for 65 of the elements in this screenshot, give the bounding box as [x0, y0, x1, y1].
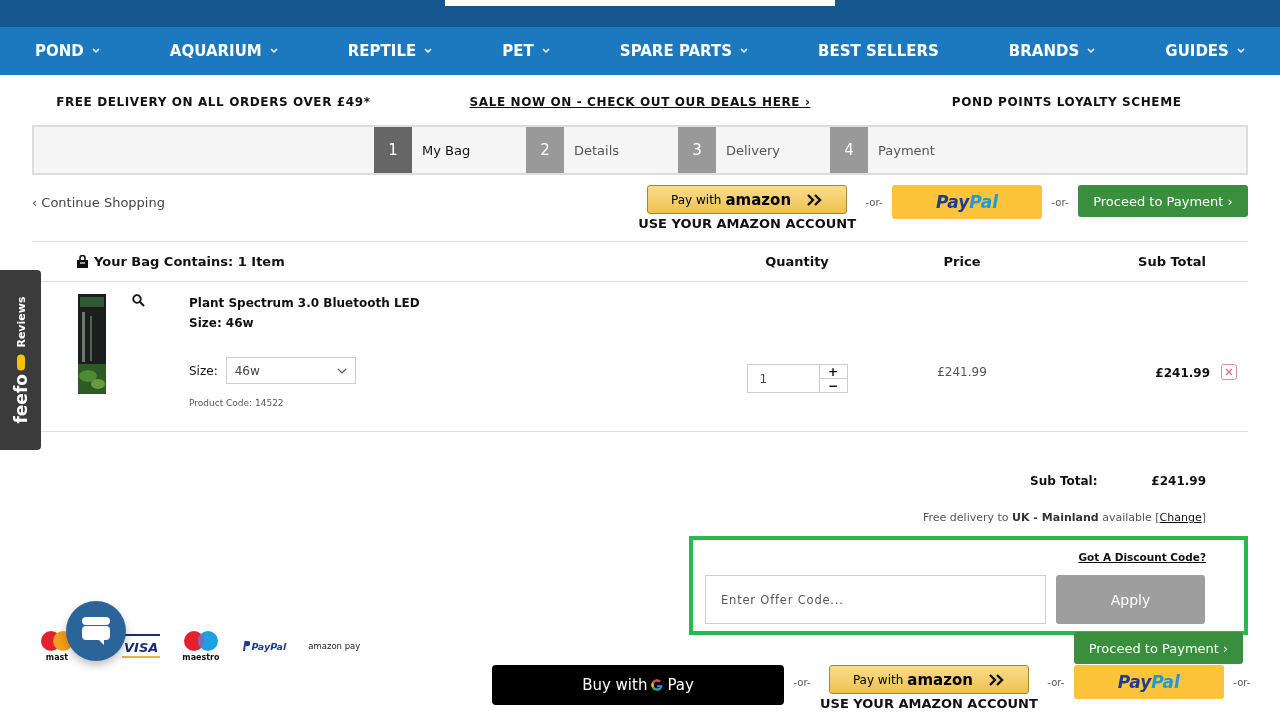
separator-text: -or- [1046, 677, 1066, 688]
promo-link[interactable]: SALE NOW ON - CHECK OUT OUR DEALS HERE › [469, 94, 811, 109]
product-code: Product Code: 14522 [189, 398, 285, 408]
search-field[interactable] [445, 0, 835, 6]
product-size: Size: 46w [189, 315, 255, 332]
nav-item[interactable]: SPARE PARTS [619, 42, 749, 60]
subtotal-text: £241.99 [1155, 366, 1210, 380]
nav-item[interactable]: BRANDS [1008, 42, 1096, 60]
amazon-caption: USE YOUR AMAZON ACCOUNT [820, 696, 1038, 711]
chat-button[interactable] [66, 601, 126, 661]
separator-text: -or- [1232, 677, 1252, 688]
continue-shopping-link[interactable]: ‹ Continue Shopping [32, 195, 165, 241]
column-header: Price [943, 254, 981, 269]
step-number: 4 [830, 127, 868, 173]
search-icon[interactable] [132, 294, 145, 307]
column-header: Quantity [765, 254, 829, 269]
amazon-pay-button[interactable]: Pay with amazon [647, 185, 848, 214]
step-label: Delivery [725, 141, 780, 160]
nav-item[interactable]: PET [502, 42, 550, 60]
promo-text: POND POINTS LOYALTY SCHEME [951, 94, 1182, 109]
amazon-pay-logo: amazon pay [308, 641, 361, 651]
reviews-tab[interactable]: feefo Reviews [0, 270, 41, 450]
proceed-button[interactable]: Proceed to Payment › [1078, 185, 1248, 217]
amazon-pay-button[interactable]: Pay with amazon [828, 665, 1029, 694]
delivery-note: Free delivery to UK - Mainland available [Change] [923, 511, 1206, 524]
double-chevron-icon [807, 193, 824, 206]
subtotal-label: Sub Total: [1030, 474, 1099, 488]
step-number: 3 [678, 127, 716, 173]
nav-item[interactable]: POND [35, 42, 100, 60]
remove-icon[interactable] [1221, 364, 1237, 380]
double-chevron-icon [988, 673, 1005, 686]
step-number: 2 [526, 127, 564, 173]
nav-item[interactable]: REPTILE [347, 42, 433, 60]
price-text: £241.99 [937, 365, 987, 379]
change-link[interactable]: Change [1159, 511, 1202, 524]
nav-item[interactable]: AQUARIUM [169, 42, 278, 60]
step-number: 1 [374, 127, 412, 173]
separator-text: -or- [864, 197, 884, 208]
step-label: My Bag [421, 141, 471, 160]
column-header: Sub Total [1138, 254, 1206, 269]
nav-item[interactable]: BEST SELLERS [818, 42, 939, 60]
step-label: Payment [877, 141, 935, 160]
proceed-button[interactable]: Proceed to Payment › [1074, 632, 1243, 664]
subtotal-value: £241.99 [1150, 474, 1206, 488]
column-header: Your Bag Contains: 1 Item [94, 254, 285, 269]
separator-text: -or- [1050, 197, 1070, 208]
product-name[interactable]: Plant Spectrum 3.0 Bluetooth LED [189, 293, 420, 313]
step-label: Details [573, 141, 620, 160]
paypal-button[interactable]: PayPal [1073, 665, 1224, 699]
chevron-icon [336, 367, 347, 374]
separator-text: -or- [792, 677, 812, 688]
size-dropdown[interactable]: 46w [225, 357, 356, 384]
google-pay-button[interactable]: Buy with Pay [492, 665, 784, 705]
nav-item[interactable]: GUIDES [1165, 42, 1245, 60]
quantity-field[interactable]: 1 [747, 365, 820, 392]
maestro-logo: maestro [182, 630, 220, 662]
size-label: Size: [189, 363, 218, 378]
paypal-logo: PayPal [241, 640, 287, 652]
offer-code-field[interactable]: Enter Offer Code... [705, 575, 1046, 624]
discount-link[interactable]: Got A Discount Code? [1078, 551, 1206, 563]
google-logo [650, 678, 665, 692]
promo-text: FREE DELIVERY ON ALL ORDERS OVER £49* [56, 94, 371, 109]
paypal-button[interactable]: PayPal [892, 185, 1042, 219]
amazon-caption: USE YOUR AMAZON ACCOUNT [638, 216, 856, 231]
chat-icon [81, 616, 111, 646]
